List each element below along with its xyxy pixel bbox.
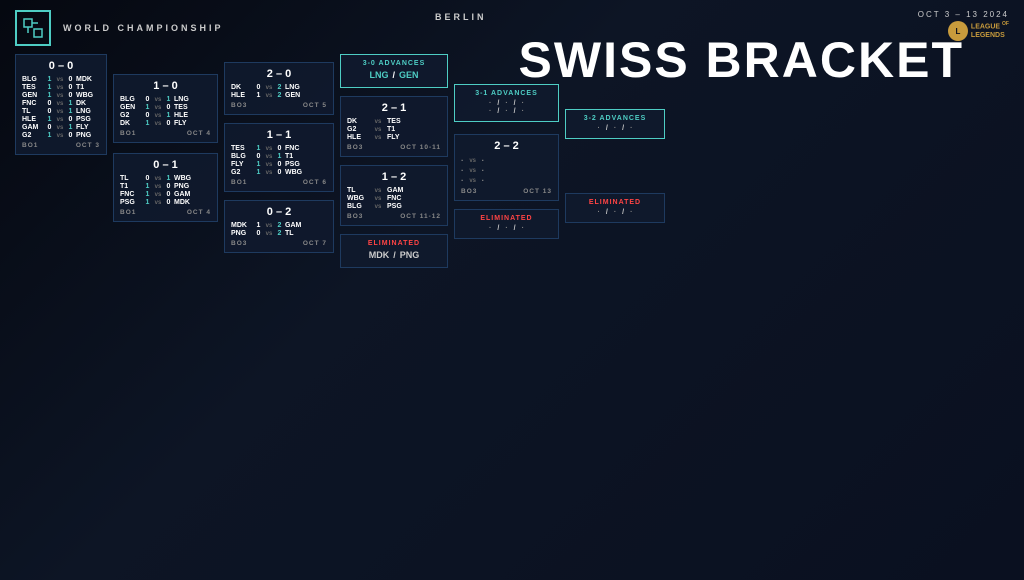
match-tl-wbg: TL0vs1WBG <box>120 175 211 182</box>
swiss-bracket-title: SWISS BRACKET <box>519 35 964 85</box>
eliminated-label-0-3: ELIMINATED <box>347 240 441 247</box>
match-hle-gen: HLE1vs2GEN <box>231 92 327 99</box>
col-1: 1 – 0 BLG0vs1LNG GEN1vs0TES G20vs1HLE DK… <box>113 74 218 222</box>
world-championship-label: WORLD CHAMPIONSHIP <box>63 23 224 33</box>
col-0-0: 0 – 0 BLG1vs0MDK TES1vs0T1 GEN1vs0WBG FN… <box>15 54 107 155</box>
match-png-tl: PNG0vs2TL <box>231 230 327 237</box>
logo-icon <box>15 10 51 46</box>
match-dk-lng: DK0vs2LNG <box>231 84 327 91</box>
format-2-1: BO3 <box>347 144 363 151</box>
match-hle-fly: HLEvsFLY <box>347 134 441 141</box>
match-g2-wbg: G21vs0WBG <box>231 169 327 176</box>
date-2-1: OCT 10-11 <box>400 144 441 151</box>
score-0-2: 0 – 2 <box>231 206 327 218</box>
date-1-0: OCT 4 <box>187 130 211 137</box>
format-0-0: BO1 <box>22 142 38 149</box>
match-t1-png: T11vs0PNG <box>120 183 211 190</box>
tbd-elim-col5: ·/·/· <box>572 209 658 216</box>
format-2-0: BO3 <box>231 102 247 109</box>
tbd-elim-col4: ·/·/· <box>461 225 552 232</box>
col-2: 2 – 0 DK0vs2LNG HLE1vs2GEN BO3 OCT 5 1 –… <box>224 62 334 253</box>
score-2-0: 2 – 0 <box>231 68 327 80</box>
advances-3-0-teams: LNG / GEN <box>347 70 441 80</box>
date-0-2: OCT 7 <box>303 240 327 247</box>
match-hle-psg: HLE1vs0PSG <box>22 116 100 123</box>
match-fnc-gam: FNC1vs0GAM <box>120 191 211 198</box>
match-g2-hle: G20vs1HLE <box>120 112 211 119</box>
match-tes-fnc: TES1vs0FNC <box>231 145 327 152</box>
match-blg-t1: BLG0vs1T1 <box>231 153 327 160</box>
score-0-0: 0 – 0 <box>22 60 100 72</box>
score-2-1: 2 – 1 <box>347 102 441 114</box>
berlin-label: BERLIN <box>435 12 487 22</box>
match-blg-psg: BLGvsPSG <box>347 203 441 210</box>
score-2-2: 2 – 2 <box>461 140 552 152</box>
date-range: OCT 3 – 13 2024 <box>918 10 1009 19</box>
date-1-2: OCT 11-12 <box>400 213 441 220</box>
match-g2-t1: G2vsT1 <box>347 126 441 133</box>
match-tl-gam: TLvsGAM <box>347 187 441 194</box>
col-3: 3-0 ADVANCES LNG / GEN 2 – 1 DKvsTES G2v… <box>340 54 448 268</box>
date-1-1: OCT 6 <box>303 179 327 186</box>
match-dk-tes: DKvsTES <box>347 118 441 125</box>
score-0-1: 0 – 1 <box>120 159 211 171</box>
match-blg-lng: BLG0vs1LNG <box>120 96 211 103</box>
match-psg-mdk: PSG1vs0MDK <box>120 199 211 206</box>
date-0-1: OCT 4 <box>187 209 211 216</box>
format-1-2: BO3 <box>347 213 363 220</box>
advances-3-2-label: 3-2 ADVANCES <box>572 115 658 122</box>
match-g2-png: G21vs0PNG <box>22 132 100 139</box>
format-1-0: BO1 <box>120 130 136 137</box>
tbd-22-2: ·vs· <box>461 166 552 175</box>
tbd-31-2: ·/·/· <box>461 108 552 115</box>
format-0-2: BO3 <box>231 240 247 247</box>
match-tl-lng: TL0vs1LNG <box>22 108 100 115</box>
score-1-1: 1 – 1 <box>231 129 327 141</box>
advances-3-1-label: 3-1 ADVANCES <box>461 90 552 97</box>
match-gen-wbg: GEN1vs0WBG <box>22 92 100 99</box>
match-wbg-fnc: WBGvsFNC <box>347 195 441 202</box>
score-1-0: 1 – 0 <box>120 80 211 92</box>
date-2-2: OCT 13 <box>523 188 552 195</box>
eliminated-label-col4: ELIMINATED <box>461 215 552 222</box>
tbd-32: ·/·/· <box>572 125 658 132</box>
score-1-2: 1 – 2 <box>347 171 441 183</box>
match-gen-tes: GEN1vs0TES <box>120 104 211 111</box>
format-1-1: BO1 <box>231 179 247 186</box>
advances-3-0-label: 3-0 ADVANCES <box>347 60 441 67</box>
match-fly-psg: FLY1vs0PSG <box>231 161 327 168</box>
date-0-0: OCT 3 <box>76 142 100 149</box>
date-2-0: OCT 5 <box>303 102 327 109</box>
col-4: 3-1 ADVANCES ·/·/· ·/·/· 2 – 2 ·vs· ·vs· <box>454 84 559 239</box>
tbd-31-1: ·/·/· <box>461 100 552 107</box>
match-tes-t1: TES1vs0T1 <box>22 84 100 91</box>
match-gam-fly: GAM0vs1FLY <box>22 124 100 131</box>
match-fnc-dk: FNC0vs1DK <box>22 100 100 107</box>
format-2-2: BO3 <box>461 188 477 195</box>
tbd-22-1: ·vs· <box>461 156 552 165</box>
tbd-22-3: ·vs· <box>461 176 552 185</box>
eliminated-label-col5: ELIMINATED <box>572 199 658 206</box>
format-0-1: BO1 <box>120 209 136 216</box>
eliminated-teams: MDK / PNG <box>347 250 441 260</box>
match-mdk-gam: MDK1vs2GAM <box>231 222 327 229</box>
match-dk-fly: DK1vs0FLY <box>120 120 211 127</box>
match-blg-mdk: BLG1vs0MDK <box>22 76 100 83</box>
col-5: 3-2 ADVANCES ·/·/· ELIMINATED ·/·/· <box>565 109 665 223</box>
